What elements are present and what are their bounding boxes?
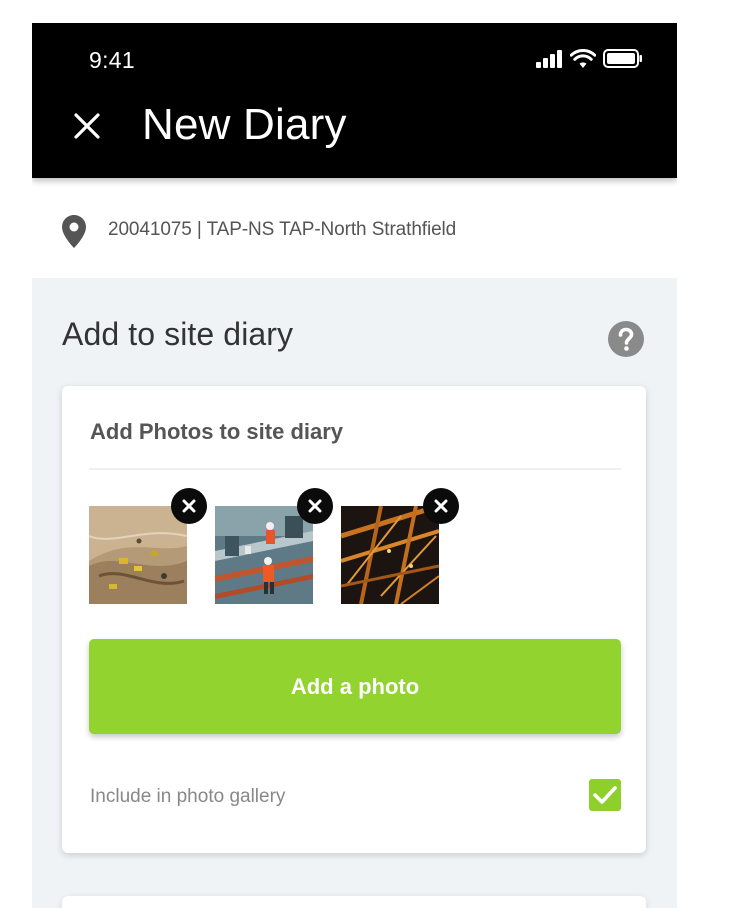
divider [89,468,621,470]
help-icon[interactable] [608,321,644,357]
close-icon [74,113,100,139]
steel-structure-night-photo[interactable] [341,506,439,604]
signal-icon [536,49,562,68]
status-icons [536,49,643,68]
include-gallery-checkbox[interactable] [589,779,621,811]
remove-photo-button[interactable] [423,488,459,524]
status-time: 9:41 [89,47,135,73]
photo-thumbnail [341,488,459,604]
photo-thumbnail [89,488,207,604]
close-icon [182,499,196,513]
battery-icon [603,49,642,68]
close-button[interactable] [70,109,104,143]
phone-screen: 9:41 New Diary 20041075 | TAP-NS TAP-Nor… [32,23,677,908]
app-bar: 9:41 New Diary [32,23,677,178]
section-title: Add to site diary [62,316,294,352]
map-pin-icon [62,215,86,248]
photo-thumbnail [215,488,333,604]
add-photo-button[interactable]: Add a photo [89,639,621,734]
include-gallery-label: Include in photo gallery [90,786,286,807]
workers-on-site-photo[interactable] [215,506,313,604]
close-icon [308,499,322,513]
location-bar: 20041075 | TAP-NS TAP-North Strathfield [32,178,677,278]
close-icon [434,499,448,513]
checkmark-icon [593,786,617,804]
wifi-icon [570,49,596,68]
construction-site-aerial-photo[interactable] [89,506,187,604]
remove-photo-button[interactable] [171,488,207,524]
photos-card: Add Photos to site diary Add a photo Inc… [62,386,646,853]
remove-photo-button[interactable] [297,488,333,524]
card-title: Add Photos to site diary [90,419,344,444]
page-title: New Diary [142,100,347,149]
location-text: 20041075 | TAP-NS TAP-North Strathfield [108,219,457,240]
next-card [62,896,646,908]
